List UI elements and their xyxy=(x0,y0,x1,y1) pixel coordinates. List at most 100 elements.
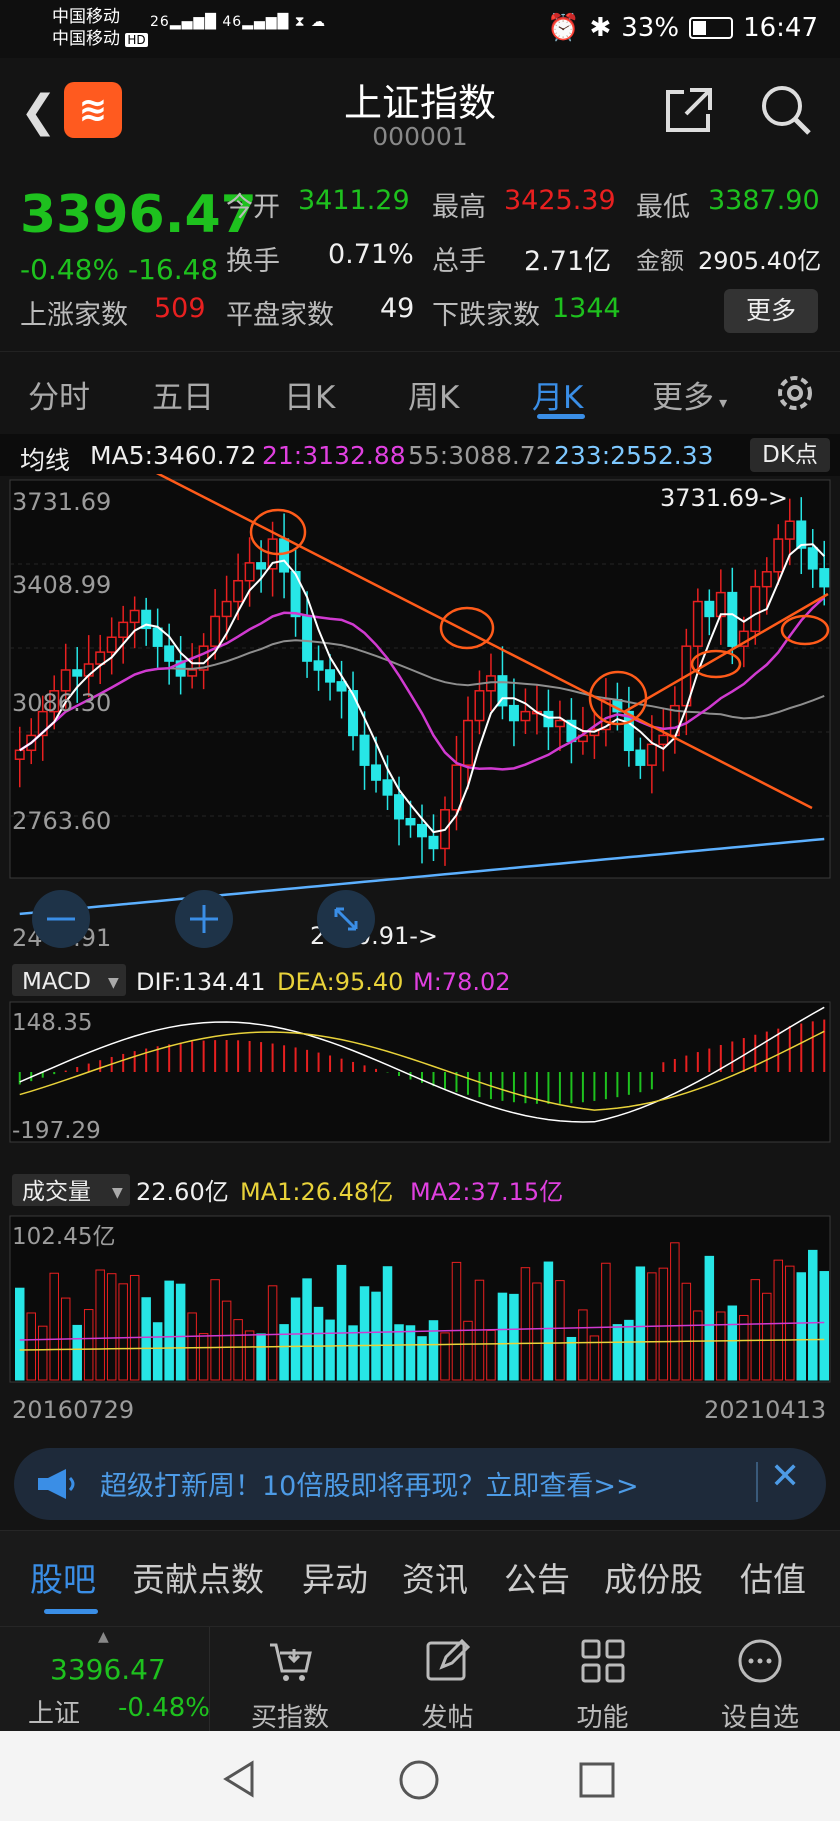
date-start: 20160729 xyxy=(12,1396,134,1424)
candle-body xyxy=(658,734,669,746)
volume-bar xyxy=(175,1283,186,1381)
volume-bar xyxy=(95,1269,105,1381)
candle-body xyxy=(313,660,324,671)
gear-icon[interactable] xyxy=(772,370,818,416)
candle-body xyxy=(244,562,255,582)
tab-more[interactable]: 更多 ▾ xyxy=(652,372,727,417)
tab-monthly-k[interactable]: 月K xyxy=(532,372,583,417)
tab-news[interactable]: 资讯 xyxy=(402,1553,468,1601)
volume-bar xyxy=(451,1261,462,1381)
fullscreen-button[interactable] xyxy=(317,890,375,948)
volume-bar xyxy=(796,1272,807,1381)
candle-body xyxy=(152,627,163,647)
candle-body xyxy=(474,690,485,722)
macd-dea: DEA:95.40 xyxy=(277,968,403,996)
volume-bar xyxy=(26,1312,36,1381)
tab-daily-k[interactable]: 日K xyxy=(284,372,335,417)
ad-banner[interactable]: 超级打新周！10倍股即将再现？立即查看>> ✕ xyxy=(14,1448,826,1520)
volume-bar xyxy=(394,1324,404,1381)
volume-top-label: 102.45亿 xyxy=(12,1224,115,1250)
candle-frame xyxy=(9,479,831,879)
tab-weekly-k[interactable]: 周K xyxy=(408,372,459,417)
volume-bar xyxy=(578,1309,588,1381)
volume-bar xyxy=(635,1266,646,1381)
nav-back-icon[interactable] xyxy=(220,1759,260,1799)
mini-price: 3396.47 xyxy=(50,1653,166,1686)
info-tab-indicator xyxy=(44,1609,98,1614)
status-right: ⏰ ✱ 33% 16:47 xyxy=(547,13,818,43)
volume-bar xyxy=(244,1330,255,1381)
y-label-2: 3408.99 xyxy=(12,571,111,599)
volume-bar xyxy=(624,1319,634,1381)
tab-indicator xyxy=(537,414,585,419)
more-button[interactable]: 更多 xyxy=(724,289,818,333)
tab-contribution[interactable]: 贡献点数 xyxy=(132,1553,264,1601)
macd-bottom-label: -197.29 xyxy=(12,1118,101,1144)
ma-label: 均线 xyxy=(20,446,71,475)
zoom-in-button[interactable] xyxy=(175,890,233,948)
tab-five-day[interactable]: 五日 xyxy=(152,372,214,417)
candle-body xyxy=(118,621,129,639)
macd-frame xyxy=(9,1001,831,1143)
volume-bar xyxy=(359,1286,370,1381)
share-icon[interactable] xyxy=(664,86,714,134)
candle-body xyxy=(428,835,439,850)
function-label: 功能 xyxy=(576,1703,629,1733)
volume-bar xyxy=(716,1311,726,1381)
tab-intraday[interactable]: 分时 xyxy=(28,372,90,417)
period-tabs: 分时 五日 日K 周K 月K 更多 ▾ xyxy=(0,351,840,434)
amount-value: 2905.40亿 xyxy=(698,247,822,275)
nav-home-icon[interactable] xyxy=(398,1759,440,1801)
candle-body xyxy=(784,520,795,540)
buy-index-label: 买指数 xyxy=(250,1703,329,1733)
mini-quote[interactable]: ▲ 3396.47 上证 -0.48% xyxy=(0,1627,210,1732)
candle-body xyxy=(279,538,290,573)
high-value: 3425.39 xyxy=(504,185,616,216)
volume-bar xyxy=(129,1274,140,1381)
post-button[interactable]: 发帖 xyxy=(370,1627,525,1733)
down-count: 1344 xyxy=(552,293,621,324)
y-label-4: 2763.60 xyxy=(12,807,111,835)
bottom-toolbar: ▲ 3396.47 上证 -0.48% 买指数 发帖 功能 设自选 xyxy=(0,1626,840,1733)
battery-icon xyxy=(689,17,734,39)
volume-bar xyxy=(417,1336,427,1381)
candle-body xyxy=(462,719,473,766)
kline-chart[interactable]: 3731.69 3408.99 3086.30 2763.60 2440.91 … xyxy=(0,396,840,1488)
volume-bar xyxy=(15,1287,25,1381)
tab-anomaly[interactable]: 异动 xyxy=(302,1553,368,1601)
dk-button[interactable]: DK点 xyxy=(750,438,830,472)
candle-body xyxy=(210,615,221,647)
volume-bar xyxy=(543,1261,554,1381)
flat-count: 49 xyxy=(380,293,415,324)
candle-body xyxy=(106,636,117,653)
volume-bar xyxy=(336,1264,347,1381)
date-end: 20210413 xyxy=(704,1396,826,1424)
search-icon[interactable] xyxy=(760,84,812,136)
carrier-1: 中国移动 xyxy=(52,7,120,27)
volume-bar xyxy=(187,1312,197,1381)
candle-body xyxy=(371,764,382,781)
volume-bar xyxy=(808,1249,818,1381)
macd-m: M:78.02 xyxy=(413,968,511,996)
volume-bar xyxy=(750,1279,761,1381)
function-button[interactable]: 功能 xyxy=(525,1627,680,1733)
nav-recents-icon[interactable] xyxy=(578,1761,616,1799)
candle-body xyxy=(704,600,715,618)
tab-valuation[interactable]: 估值 xyxy=(740,1553,806,1601)
buy-index-button[interactable]: 买指数 xyxy=(210,1627,370,1733)
grid-icon xyxy=(581,1639,625,1683)
volume-caret-icon: ▼ xyxy=(112,1185,123,1201)
add-watchlist-button[interactable]: 设自选 xyxy=(680,1627,840,1733)
tab-guba[interactable]: 股吧 xyxy=(30,1553,96,1601)
status-bar: 中国移动 中国移动 HD 26▂▄▆█ 46▂▄▆█ ⧗ ☁ ⏰ ✱ 33% 1… xyxy=(0,0,840,58)
candle-body xyxy=(72,669,83,677)
volume-bar xyxy=(773,1259,784,1381)
tab-constituents[interactable]: 成份股 xyxy=(604,1553,703,1601)
tab-announcements[interactable]: 公告 xyxy=(504,1553,570,1601)
ma21-value: 21:3132.88 xyxy=(262,441,406,470)
low-value: 3387.90 xyxy=(708,185,820,216)
volume-bar xyxy=(405,1325,416,1381)
zoom-out-button[interactable] xyxy=(32,890,90,948)
close-icon[interactable]: ✕ xyxy=(770,1456,800,1497)
volume-bar xyxy=(497,1292,508,1381)
